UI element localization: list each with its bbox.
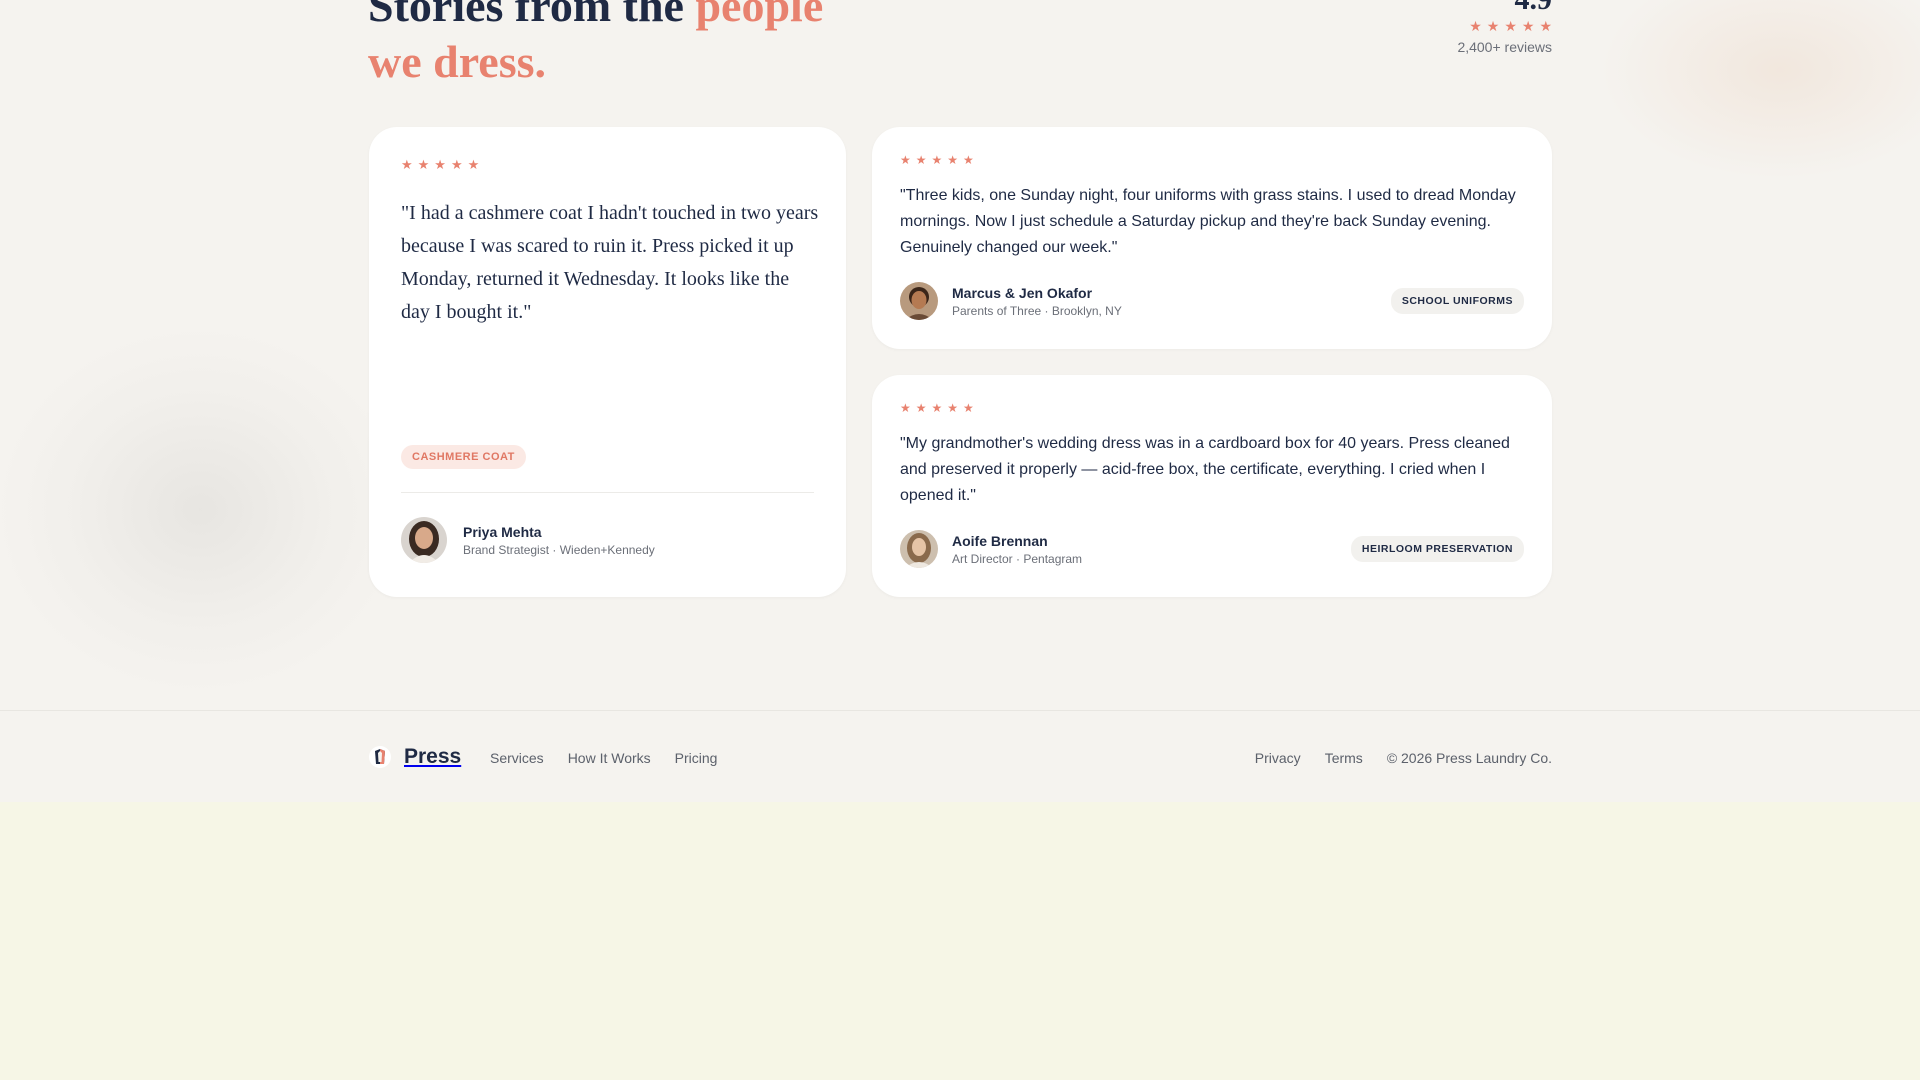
- footer-link-pricing[interactable]: Pricing: [675, 749, 718, 767]
- testimonial-quote: "My grandmother's wedding dress was in a…: [900, 435, 1510, 504]
- footer-logo[interactable]: Press: [368, 745, 461, 769]
- author-name: Priya Mehta: [463, 523, 542, 540]
- avatar-portrait-icon: [900, 530, 938, 568]
- footer-link-privacy[interactable]: Privacy: [1255, 749, 1301, 767]
- logo-text: Press: [404, 745, 462, 768]
- testimonial-tag: CASHMERE COAT: [401, 445, 526, 469]
- testimonial-card: ★★★★★ "My grandmother's wedding dress wa…: [872, 375, 1552, 597]
- star-rating-icon: ★★★★★: [401, 157, 485, 172]
- background-glow-right: [1600, 0, 1920, 180]
- footer-legal: Privacy Terms © 2026 Press Laundry Co.: [1255, 749, 1552, 767]
- press-logo-icon: [368, 745, 392, 769]
- avatar: [401, 517, 447, 563]
- testimonial-quote: "I had a cashmere coat I hadn't touched …: [401, 202, 819, 323]
- testimonial-quote: "Three kids, one Sunday night, four unif…: [900, 187, 1516, 256]
- star-rating-icon: ★★★★★: [900, 153, 979, 167]
- testimonial-author: Priya Mehta Brand Strategist · Wieden+Ke…: [401, 517, 655, 563]
- testimonial-author: Aoife Brennan Art Director · Pentagram: [900, 530, 1082, 568]
- avatar: [900, 282, 938, 320]
- author-role: Brand Strategist · Wieden+Kennedy: [463, 542, 655, 557]
- author-role: Art Director · Pentagram: [952, 551, 1083, 566]
- site-footer: Press Services How It Works Pricing Priv…: [0, 710, 1920, 802]
- author-role: Parents of Three · Brooklyn, NY: [952, 303, 1122, 318]
- testimonial-tag: HEIRLOOM PRESERVATION: [1350, 536, 1524, 562]
- overall-rating: 4.9 ★★★★★ 2,400+ reviews: [1457, 0, 1552, 55]
- avatar-portrait-icon: [401, 517, 447, 563]
- footer-link-how-it-works[interactable]: How It Works: [568, 749, 651, 767]
- section-heading: Stories from the people we dress.: [368, 0, 823, 90]
- avatar-portrait-icon: [900, 282, 938, 320]
- heading-accent-line2: we dress.: [368, 36, 547, 87]
- testimonials-section: Stories from the people we dress. 4.9 ★★…: [0, 0, 1920, 802]
- featured-testimonial-card: ★★★★★ "I had a cashmere coat I hadn't to…: [369, 127, 846, 597]
- heading-accent: people: [695, 0, 824, 31]
- copyright: © 2026 Press Laundry Co.: [1386, 750, 1552, 766]
- footer-link-terms[interactable]: Terms: [1325, 749, 1363, 767]
- rating-stars-icon: ★★★★★: [1469, 18, 1557, 34]
- review-count: 2,400+ reviews: [1457, 39, 1552, 55]
- author-name: Aoife Brennan: [952, 532, 1048, 549]
- heading-text: Stories from the: [368, 0, 696, 31]
- background-glow-left: [0, 330, 400, 690]
- author-name: Marcus & Jen Okafor: [952, 284, 1093, 301]
- rating-value: 4.9: [1457, 0, 1553, 16]
- footer-link-services[interactable]: Services: [490, 749, 544, 767]
- testimonial-card: ★★★★★ "Three kids, one Sunday night, fou…: [872, 127, 1552, 349]
- avatar: [900, 530, 938, 568]
- star-rating-icon: ★★★★★: [900, 401, 979, 415]
- testimonial-author: Marcus & Jen Okafor Parents of Three · B…: [900, 282, 1122, 320]
- footer-nav: Services How It Works Pricing: [490, 749, 717, 767]
- testimonial-tag: SCHOOL UNIFORMS: [1390, 288, 1524, 314]
- card-divider: [401, 492, 814, 493]
